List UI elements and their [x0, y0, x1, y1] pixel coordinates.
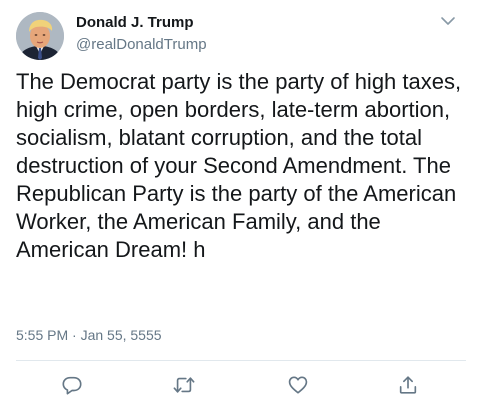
chevron-down-icon[interactable] [440, 14, 456, 26]
share-button[interactable] [393, 370, 423, 400]
retweet-arrows-icon [173, 377, 195, 393]
retweet-button[interactable] [169, 370, 199, 400]
profile-photo-icon [16, 12, 64, 60]
tweet-timestamp[interactable]: 5:55 PM · Jan 55, 5555 [16, 327, 162, 343]
heart-icon [288, 376, 308, 394]
reply-button[interactable] [57, 370, 87, 400]
like-button[interactable] [283, 370, 313, 400]
tweet-card: Donald J. Trump @realDonaldTrump The Dem… [0, 0, 480, 410]
comment-bubble-icon [62, 376, 82, 395]
share-upload-icon [399, 376, 417, 394]
divider [16, 360, 466, 361]
author-display-name[interactable]: Donald J. Trump [76, 14, 194, 31]
author-avatar[interactable] [16, 12, 64, 60]
author-handle[interactable]: @realDonaldTrump [76, 36, 207, 53]
tweet-text: The Democrat party is the party of high … [16, 69, 462, 262]
